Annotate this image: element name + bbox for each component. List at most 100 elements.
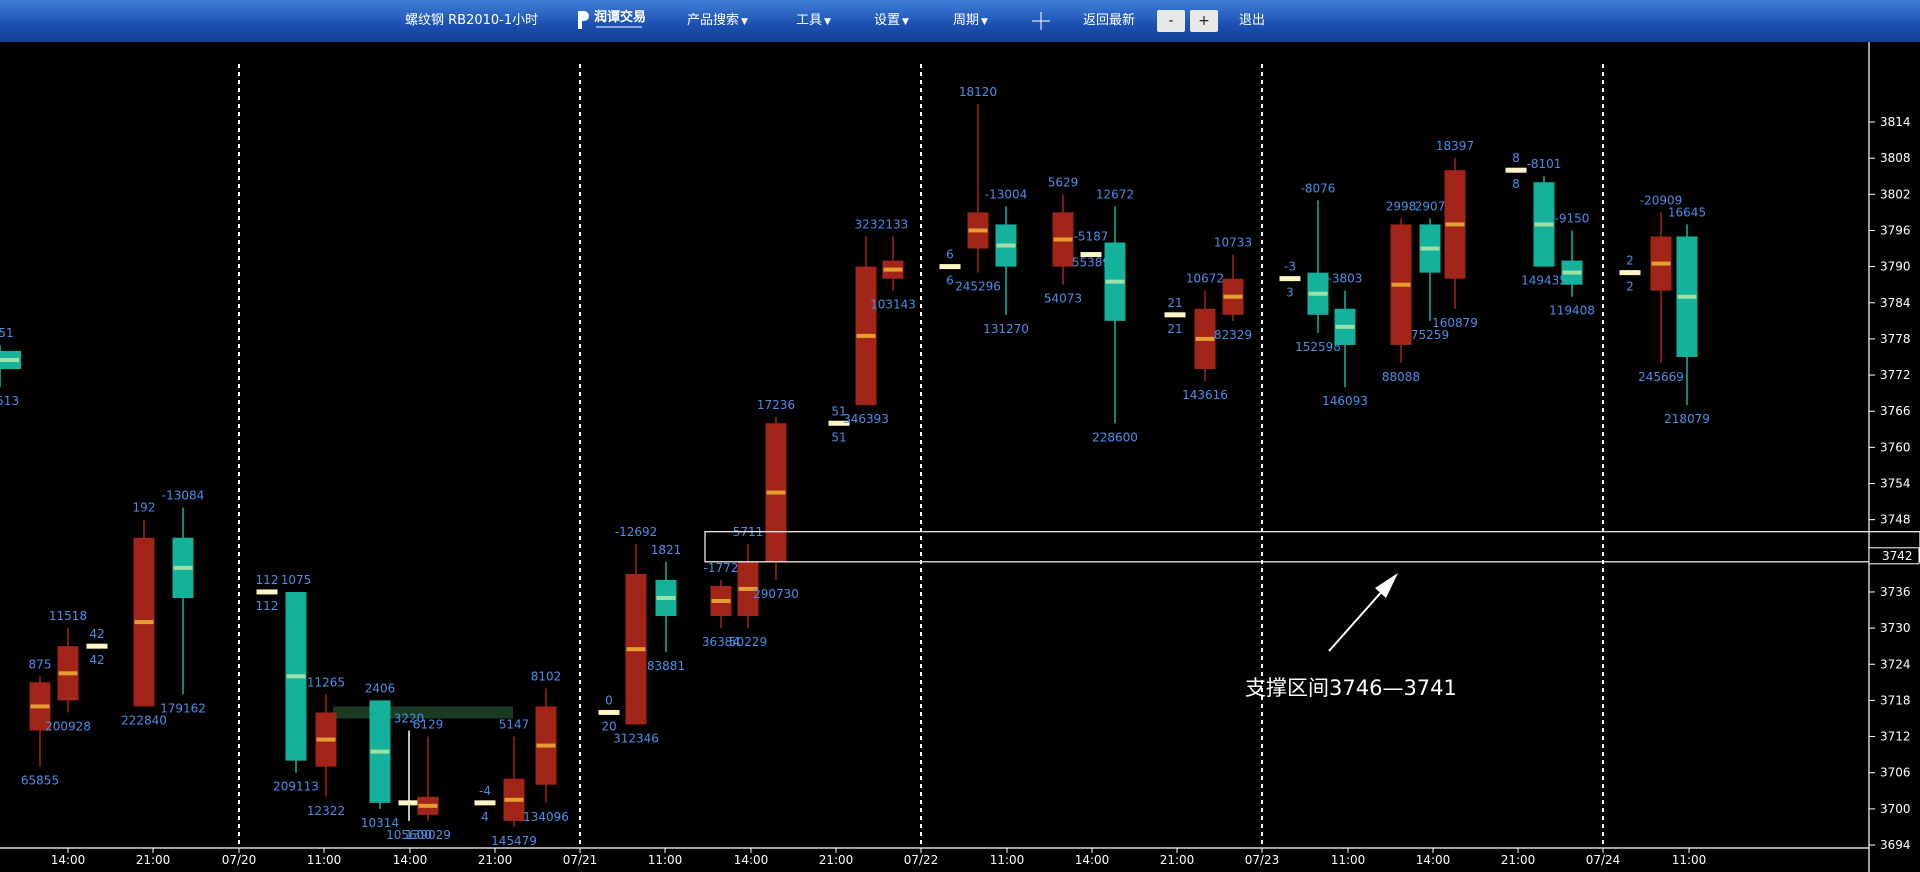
candle-midmark [1677,294,1697,299]
candle-top-label: -4 [479,784,491,798]
candle-top-label: 8 [1512,151,1520,165]
candle-top-label: -3 [1284,260,1296,274]
candle-top-label: -12692 [615,525,658,539]
candle-bottom-label: 83881 [647,659,685,673]
candle-body[interactable] [474,800,496,806]
candle-top-label: 875 [29,657,52,671]
candle-midmark [711,598,731,603]
candle-bottom-label: 6 [946,274,954,288]
candle-top-label: -13084 [162,489,205,503]
candlestick-chart[interactable]: 3694 3700 3706 3712 3718 3724 3730 3736 3742 3748… [0,0,1920,872]
candle-top-label: -3803 [1328,272,1363,286]
candle-bottom-label: 65855 [21,774,59,788]
candle-bottom-label: 152598 [1295,340,1341,354]
candle-midmark [134,620,154,625]
candle-bottom-label: 12322 [307,804,345,818]
candle-midmark [1534,222,1554,227]
candle-body[interactable] [86,643,108,649]
candle-top-label: 11265 [307,675,345,689]
candle-top-label: -13004 [985,187,1028,201]
x-tick-label: 07/24 [1586,853,1621,867]
y-tick-label: 3712 [1880,730,1911,744]
candle-body[interactable] [256,589,278,595]
y-tick-label: 3802 [1880,187,1911,201]
y-tick-label: 3730 [1880,621,1911,635]
candle-bottom-label: 134096 [523,810,569,824]
candle-top-label: 1821 [651,543,682,557]
candle-midmark [1562,270,1582,275]
candle-top-label: 10672 [1186,272,1224,286]
candle-midmark [968,228,988,233]
candle-body[interactable] [398,800,420,806]
candle-bottom-label: 2 [1626,280,1634,294]
y-tick-label: 3808 [1880,151,1911,165]
x-tick-label: 21:00 [1160,853,1195,867]
x-tick-label: 07/22 [904,853,939,867]
y-tick-label: 3748 [1880,513,1911,527]
x-tick-label: 07/20 [222,853,257,867]
y-tick-label: 3778 [1880,332,1911,346]
candle-bottom-label: 200928 [45,719,91,733]
candle-top-label: 2998 [1386,199,1417,213]
candle-bottom-label: 245296 [955,280,1001,294]
candle-midmark [0,357,19,362]
candle-top-label: 18397 [1436,139,1474,153]
candle-midmark [1651,261,1671,266]
candle-bottom-label: 228600 [1092,430,1138,444]
candle-midmark [1335,324,1355,329]
candle-top-label: 42 [89,627,104,641]
y-tick-label: 3790 [1880,260,1911,274]
x-tick-label: 21:00 [1501,853,1536,867]
x-tick-label: 11:00 [1672,853,1707,867]
candle-midmark [996,243,1016,248]
candle-bottom-label: 143616 [1182,388,1228,402]
candle-bottom-label: 54073 [1044,292,1082,306]
candle-bottom-label: 139029 [405,828,451,842]
candle-midmark [286,674,306,679]
candle-body[interactable] [939,264,961,270]
x-tick-label: 21:00 [478,853,513,867]
candle-midmark [1445,222,1465,227]
candle-midmark [173,565,193,570]
candle-bottom-label: 145479 [491,834,537,848]
candle-bottom-label: 50229 [729,635,767,649]
candle-bottom-label: 119408 [1549,304,1595,318]
candle-top-label: 11518 [49,609,87,623]
candle-bottom-label: 179162 [160,701,206,715]
x-tick-label: 14:00 [734,853,769,867]
candle-body[interactable] [1505,167,1527,173]
candle-bottom-label: 218079 [1664,412,1710,426]
candle-body[interactable] [1279,276,1301,282]
candle-top-label: 8102 [531,669,562,683]
support-zone-box[interactable] [704,531,1920,563]
y-tick-label: 3754 [1880,477,1911,491]
candle-midmark [418,803,438,808]
candle-bottom-label: 55389 [1072,256,1110,270]
candle-bottom-label: 103143 [870,298,916,312]
candle-midmark [58,671,78,676]
candle-top-label: 18120 [959,85,997,99]
candle-midmark [504,797,524,802]
x-tick-label: 14:00 [393,853,428,867]
candle-body[interactable] [1619,270,1641,276]
candle-bottom-label: 312346 [613,732,659,746]
candle-top-label: -9150 [1555,211,1590,225]
candle-top-label: 2907 [1415,199,1446,213]
y-tick-label: 3766 [1880,404,1911,418]
candle-midmark [883,267,903,272]
annotation-text[interactable]: 支撑区间3746—3741 [1245,676,1457,700]
candle-midmark [1195,336,1215,341]
candle-bottom-label: 88088 [1382,370,1420,384]
x-tick-label: 11:00 [990,853,1025,867]
candle-bottom-label: 3 [1286,286,1294,300]
x-tick-label: 11:00 [307,853,342,867]
candle-top-label: 112 [256,573,279,587]
candle-midmark [1391,282,1411,287]
candle-body[interactable] [598,709,620,715]
candle-bottom-label: 82329 [1214,328,1252,342]
candle-top-label: 2406 [365,681,396,695]
current-price-label: 3742 [1882,549,1913,563]
candle-body[interactable] [1164,312,1186,318]
candle-top-label: -951 [0,326,14,340]
candle-bottom-label: 146093 [1322,394,1368,408]
